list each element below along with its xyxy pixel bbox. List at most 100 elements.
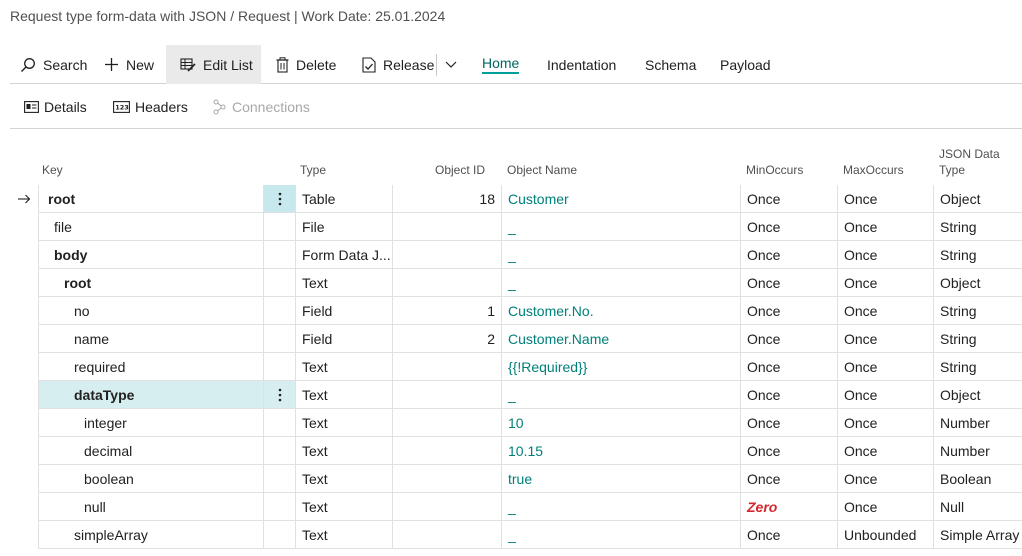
table-row[interactable]: name Field 2 Customer.Name Once Once Str…: [10, 325, 1022, 353]
cell-object-name[interactable]: Customer: [501, 185, 740, 213]
cell-json-data-type[interactable]: String: [933, 353, 1022, 381]
cell-object-id[interactable]: [392, 353, 501, 381]
table-row[interactable]: decimal Text 10.15 Once Once Number: [10, 437, 1022, 465]
new-button[interactable]: New: [104, 45, 154, 84]
cell-object-id[interactable]: 18: [392, 185, 501, 213]
cell-object-name[interactable]: Customer.Name: [501, 325, 740, 353]
connections-button[interactable]: Connections: [212, 84, 310, 129]
cell-json-data-type[interactable]: Object: [933, 269, 1022, 297]
cell-object-name[interactable]: _: [501, 493, 740, 521]
cell-min-occurs[interactable]: Once: [740, 437, 837, 465]
tab-indentation[interactable]: Indentation: [547, 45, 616, 84]
cell-min-occurs[interactable]: Zero: [740, 493, 837, 521]
cell-object-id[interactable]: [392, 493, 501, 521]
cell-min-occurs[interactable]: Once: [740, 297, 837, 325]
cell-type[interactable]: Text: [295, 493, 392, 521]
search-button[interactable]: Search: [20, 45, 87, 84]
delete-button[interactable]: Delete: [276, 45, 336, 84]
tab-payload[interactable]: Payload: [720, 45, 771, 84]
cell-key[interactable]: root: [38, 185, 263, 213]
cell-type[interactable]: Text: [295, 521, 392, 549]
cell-min-occurs[interactable]: Once: [740, 185, 837, 213]
cell-object-id[interactable]: [392, 409, 501, 437]
table-row[interactable]: required Text {{!Required}} Once Once St…: [10, 353, 1022, 381]
cell-json-data-type[interactable]: Object: [933, 185, 1022, 213]
cell-object-id[interactable]: 2: [392, 325, 501, 353]
cell-json-data-type[interactable]: Simple Array: [933, 521, 1022, 549]
table-row[interactable]: file File _ Once Once String: [10, 213, 1022, 241]
cell-type[interactable]: Field: [295, 325, 392, 353]
cell-type[interactable]: Text: [295, 353, 392, 381]
cell-key[interactable]: boolean: [38, 465, 263, 493]
row-menu-button[interactable]: [263, 381, 295, 409]
cell-min-occurs[interactable]: Once: [740, 269, 837, 297]
cell-json-data-type[interactable]: Null: [933, 493, 1022, 521]
tab-home[interactable]: Home: [482, 45, 520, 84]
cell-key[interactable]: simpleArray: [38, 521, 263, 549]
table-row[interactable]: boolean Text true Once Once Boolean: [10, 465, 1022, 493]
cell-key[interactable]: no: [38, 297, 263, 325]
cell-json-data-type[interactable]: String: [933, 213, 1022, 241]
cell-object-id[interactable]: [392, 269, 501, 297]
cell-object-id[interactable]: 1: [392, 297, 501, 325]
table-row-selected[interactable]: dataType Text _ Once Once Object: [10, 381, 1022, 409]
cell-object-id[interactable]: [392, 465, 501, 493]
column-header-type[interactable]: Type: [300, 138, 326, 186]
cell-max-occurs[interactable]: Once: [837, 437, 933, 465]
cell-key[interactable]: body: [38, 241, 263, 269]
cell-json-data-type[interactable]: String: [933, 241, 1022, 269]
cell-max-occurs[interactable]: Once: [837, 353, 933, 381]
column-header-json-data-type[interactable]: JSON Data Type: [939, 138, 1000, 186]
cell-max-occurs[interactable]: Once: [837, 465, 933, 493]
cell-json-data-type[interactable]: Number: [933, 409, 1022, 437]
cell-min-occurs[interactable]: Once: [740, 381, 837, 409]
cell-max-occurs[interactable]: Unbounded: [837, 521, 933, 549]
table-row[interactable]: root Table 18 Customer Once Once Object: [10, 185, 1022, 213]
cell-key[interactable]: dataType: [38, 381, 263, 409]
cell-type[interactable]: Form Data J...: [295, 241, 392, 269]
cell-object-name[interactable]: _: [501, 213, 740, 241]
cell-object-id[interactable]: [392, 437, 501, 465]
headers-button[interactable]: 123 Headers: [113, 84, 188, 129]
cell-key[interactable]: required: [38, 353, 263, 381]
cell-json-data-type[interactable]: Object: [933, 381, 1022, 409]
cell-object-id[interactable]: [392, 521, 501, 549]
cell-object-name[interactable]: _: [501, 381, 740, 409]
cell-json-data-type[interactable]: Boolean: [933, 465, 1022, 493]
cell-object-name[interactable]: _: [501, 521, 740, 549]
column-header-object-id[interactable]: Object ID: [392, 138, 485, 186]
cell-max-occurs[interactable]: Once: [837, 409, 933, 437]
cell-object-id[interactable]: [392, 381, 501, 409]
cell-min-occurs[interactable]: Once: [740, 521, 837, 549]
table-row[interactable]: integer Text 10 Once Once Number: [10, 409, 1022, 437]
more-actions-button[interactable]: [444, 45, 464, 84]
cell-key[interactable]: root: [38, 269, 263, 297]
column-header-max-occurs[interactable]: MaxOccurs: [843, 138, 904, 186]
cell-max-occurs[interactable]: Once: [837, 269, 933, 297]
cell-type[interactable]: Text: [295, 465, 392, 493]
cell-min-occurs[interactable]: Once: [740, 353, 837, 381]
column-header-min-occurs[interactable]: MinOccurs: [746, 138, 803, 186]
release-button[interactable]: Release: [362, 45, 434, 84]
cell-max-occurs[interactable]: Once: [837, 381, 933, 409]
cell-json-data-type[interactable]: Number: [933, 437, 1022, 465]
column-header-key[interactable]: Key: [42, 138, 63, 186]
details-button[interactable]: Details: [24, 84, 87, 129]
cell-object-name[interactable]: true: [501, 465, 740, 493]
table-row[interactable]: no Field 1 Customer.No. Once Once String: [10, 297, 1022, 325]
edit-list-button[interactable]: Edit List: [166, 45, 261, 84]
cell-type[interactable]: File: [295, 213, 392, 241]
cell-min-occurs[interactable]: Once: [740, 465, 837, 493]
table-row[interactable]: body Form Data J... _ Once Once String: [10, 241, 1022, 269]
cell-type[interactable]: Table: [295, 185, 392, 213]
cell-object-id[interactable]: [392, 213, 501, 241]
table-row[interactable]: null Text _ Zero Once Null: [10, 493, 1022, 521]
cell-min-occurs[interactable]: Once: [740, 241, 837, 269]
cell-key[interactable]: null: [38, 493, 263, 521]
table-row[interactable]: root Text _ Once Once Object: [10, 269, 1022, 297]
cell-max-occurs[interactable]: Once: [837, 297, 933, 325]
cell-object-name[interactable]: Customer.No.: [501, 297, 740, 325]
cell-type[interactable]: Text: [295, 269, 392, 297]
cell-min-occurs[interactable]: Once: [740, 213, 837, 241]
tab-schema[interactable]: Schema: [645, 45, 696, 84]
